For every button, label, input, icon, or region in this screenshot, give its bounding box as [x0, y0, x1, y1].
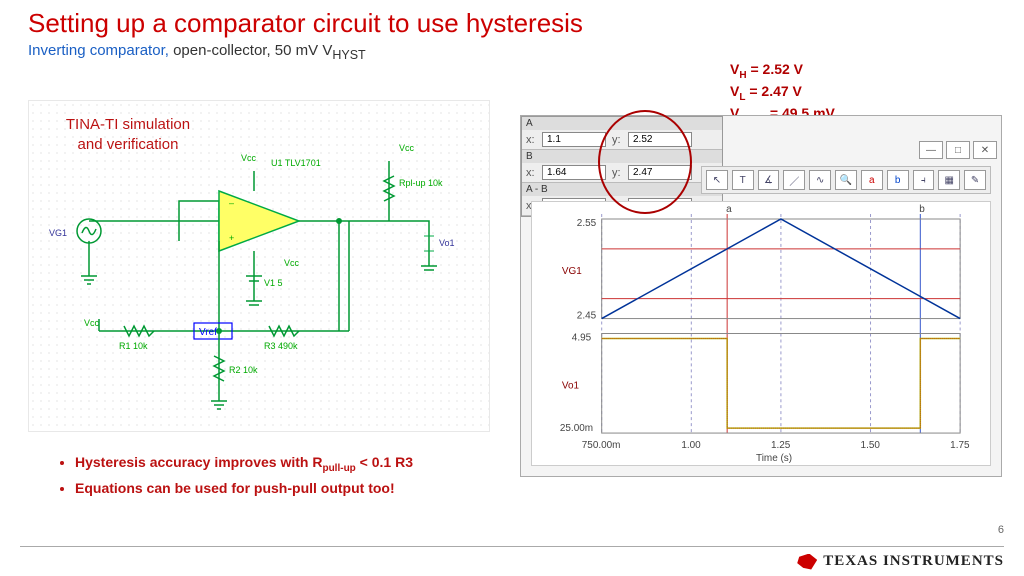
cursor-a-y-field[interactable]: 2.52	[628, 132, 692, 147]
v15-label: V1 5	[264, 278, 283, 288]
svg-text:1.75: 1.75	[950, 440, 970, 451]
svg-text:750.00m: 750.00m	[582, 440, 621, 451]
tool-text-icon[interactable]: T	[732, 170, 754, 190]
tool-zoom-icon[interactable]: 🔍	[835, 170, 857, 190]
svg-text:25.00m: 25.00m	[560, 423, 593, 434]
plot-toolbar: ↖ T ∡ ／ ∿ 🔍 a b ⫞ ▦ ✎	[701, 166, 991, 194]
cursor-a-label: A	[522, 117, 722, 130]
tool-split-icon[interactable]: ⫞	[913, 170, 935, 190]
subtitle-inverting: Inverting comparator,	[28, 42, 169, 59]
window-maximize-button[interactable]: □	[946, 141, 970, 159]
svg-text:Vo1: Vo1	[562, 380, 580, 391]
window-controls: — □ ✕	[919, 141, 997, 159]
circuit-diagram: – + U1 TLV1701 Vcc VG1 Vcc Rpl-up 10k Vo…	[28, 100, 490, 432]
svg-text:+: +	[229, 233, 234, 243]
svg-text:Time (s): Time (s)	[756, 453, 792, 464]
plot-area[interactable]: a b VG1 2.55 2.45 Vo1 4.95 25.00m 750.00…	[531, 201, 991, 466]
svg-text:b: b	[919, 204, 925, 215]
cursor-b-label: B	[522, 150, 722, 163]
bullet-1: Hysteresis accuracy improves with Rpull-…	[75, 454, 413, 474]
tool-measure-icon[interactable]: ∡	[758, 170, 780, 190]
bullet-list: Hysteresis accuracy improves with Rpull-…	[35, 454, 413, 502]
svg-text:4.95: 4.95	[572, 332, 592, 343]
r1-label: R1 10k	[119, 341, 148, 351]
svg-text:2.55: 2.55	[577, 218, 597, 229]
simulation-window: — □ ✕ A x: 1.1 y: 2.52 B x: 1.64 y: 2.47…	[520, 115, 1002, 477]
subtitle-sub: HYST	[332, 48, 365, 62]
ti-mark-icon	[797, 554, 817, 570]
tool-cursor-icon[interactable]: ↖	[706, 170, 728, 190]
svg-text:1.00: 1.00	[681, 440, 701, 451]
svg-text:1.25: 1.25	[771, 440, 791, 451]
svg-text:Vcc: Vcc	[399, 143, 415, 153]
r2-label: R2 10k	[229, 365, 258, 375]
u1-label: U1 TLV1701	[271, 158, 321, 168]
svg-text:–: –	[229, 198, 234, 208]
window-minimize-button[interactable]: —	[919, 141, 943, 159]
svg-text:1.50: 1.50	[861, 440, 881, 451]
svg-text:Vcc: Vcc	[241, 153, 257, 163]
bullet-2: Equations can be used for push-pull outp…	[75, 480, 413, 496]
cursor-ab-label: A - B	[522, 183, 722, 196]
slide-title: Setting up a comparator circuit to use h…	[28, 8, 583, 39]
tool-wave-icon[interactable]: ∿	[809, 170, 831, 190]
tool-line-icon[interactable]: ／	[783, 170, 805, 190]
subtitle-rest: open-collector, 50 mV V	[169, 42, 332, 59]
vo1-label: Vo1	[439, 238, 455, 248]
tool-marker-a-icon[interactable]: a	[861, 170, 883, 190]
cursor-b-y-field[interactable]: 2.47	[628, 165, 692, 180]
window-close-button[interactable]: ✕	[973, 141, 997, 159]
vref-label: Vref	[199, 327, 217, 338]
r3-label: R3 490k	[264, 341, 298, 351]
ti-logo: TEXAS INSTRUMENTS	[797, 553, 1004, 570]
rpullup-label: Rpl-up 10k	[399, 178, 443, 188]
tool-settings-icon[interactable]: ✎	[964, 170, 986, 190]
svg-text:Vcc: Vcc	[84, 318, 100, 328]
tool-marker-b-icon[interactable]: b	[887, 170, 909, 190]
svg-text:Vcc: Vcc	[284, 258, 300, 268]
cursor-b-x-field[interactable]: 1.64	[542, 165, 606, 180]
svg-text:VG1: VG1	[562, 266, 582, 277]
tool-grid-icon[interactable]: ▦	[938, 170, 960, 190]
svg-text:a: a	[726, 204, 732, 215]
slide-subtitle: Inverting comparator, open-collector, 50…	[28, 42, 366, 62]
page-number: 6	[998, 524, 1004, 536]
cursor-a-x-field[interactable]: 1.1	[542, 132, 606, 147]
vg1-label: VG1	[49, 228, 67, 238]
svg-text:2.45: 2.45	[577, 311, 597, 322]
footer: TEXAS INSTRUMENTS	[20, 546, 1004, 570]
